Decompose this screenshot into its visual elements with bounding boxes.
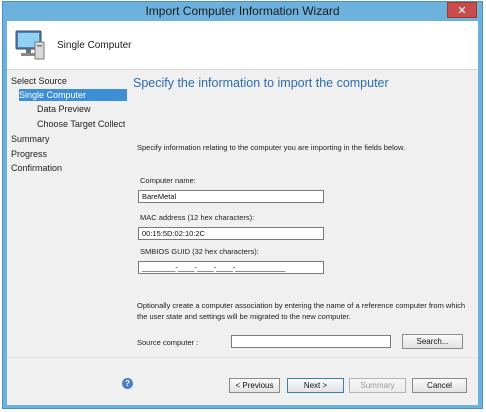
- smbios-guid-field[interactable]: ________-____-____-____-____________: [138, 261, 324, 274]
- nav-item-single-computer: Single Computer: [19, 89, 127, 101]
- nav-item-confirmation: Confirmation: [11, 163, 63, 173]
- source-computer-field[interactable]: [231, 335, 391, 348]
- help-icon[interactable]: ?: [122, 378, 133, 389]
- nav-item-progress: Progress: [11, 149, 48, 159]
- window-title: Import Computer Information Wizard: [145, 4, 340, 18]
- title-bar[interactable]: Import Computer Information Wizard ✕: [3, 2, 482, 20]
- nav-item-summary: Summary: [11, 134, 50, 144]
- nav-item-data-preview: Data Preview: [37, 104, 91, 114]
- page-title: Specify the information to import the co…: [133, 76, 389, 90]
- wizard-window: Import Computer Information Wizard ✕ Sin…: [2, 1, 483, 409]
- computer-name-label: Computer name:: [140, 176, 196, 185]
- mac-address-label: MAC address (12 hex characters):: [140, 213, 255, 222]
- mac-address-field[interactable]: 00:15:5D:02:10:2C: [138, 227, 324, 240]
- smbios-guid-label: SMBIOS GUID (32 hex characters):: [140, 247, 259, 256]
- source-computer-label: Source computer :: [137, 338, 199, 347]
- computer-name-field[interactable]: BareMetal: [138, 190, 324, 203]
- wizard-page: Specify the information to import the co…: [127, 71, 472, 355]
- wizard-client-area: Single Computer Select Source Single Com…: [7, 21, 478, 405]
- header-title: Single Computer: [57, 40, 132, 51]
- next-button[interactable]: Next >: [287, 378, 344, 393]
- page-description: Specify information relating to the comp…: [137, 143, 406, 152]
- wizard-header: Single Computer: [7, 21, 478, 70]
- nav-item-choose-target-collection: Choose Target Collect: [37, 119, 126, 129]
- wizard-steps-nav: Select Source Single Computer Data Previ…: [11, 73, 127, 353]
- association-description: Optionally create a computer association…: [137, 301, 466, 321]
- cancel-button[interactable]: Cancel: [412, 378, 467, 393]
- search-button[interactable]: Search...: [402, 334, 463, 349]
- previous-button[interactable]: < Previous: [229, 378, 280, 393]
- footer-divider: [7, 357, 478, 358]
- nav-item-select-source: Select Source: [11, 76, 68, 86]
- summary-button: Summary: [349, 378, 406, 393]
- computer-icon: [15, 30, 45, 60]
- close-button[interactable]: ✕: [447, 2, 477, 18]
